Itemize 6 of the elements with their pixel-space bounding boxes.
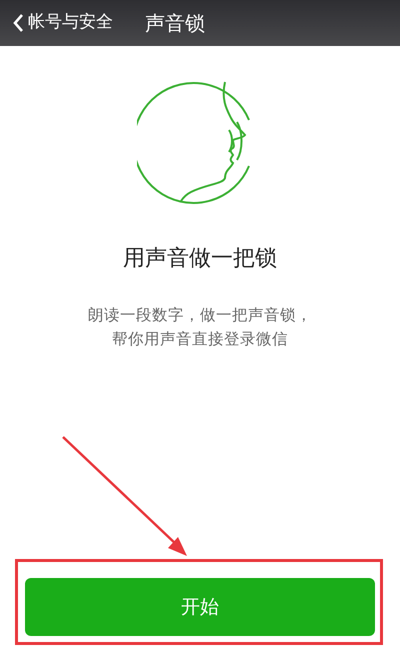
back-chevron-icon	[12, 13, 24, 33]
page-title: 声音锁	[145, 10, 205, 37]
description-line: 朗读一段数字，做一把声音锁，	[88, 305, 312, 326]
description-line: 帮你用声音直接登录微信	[112, 329, 288, 350]
headline: 用声音做一把锁	[123, 245, 277, 273]
back-button[interactable]: 帐号与安全	[12, 10, 113, 36]
